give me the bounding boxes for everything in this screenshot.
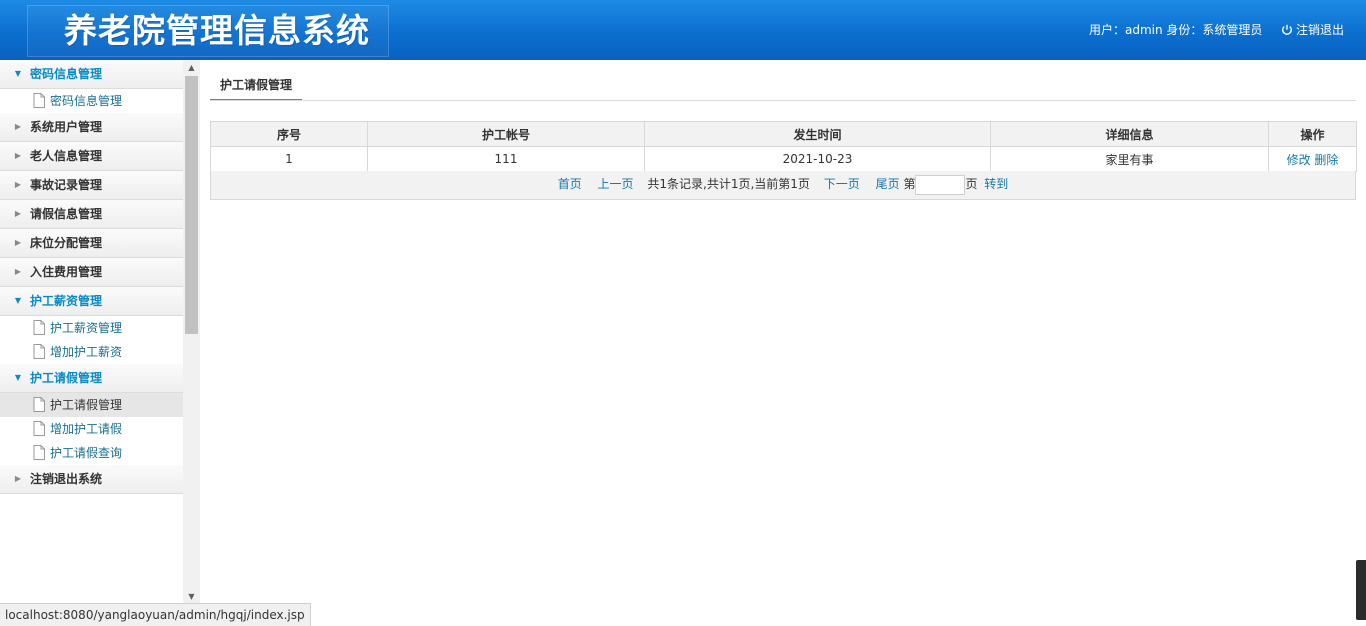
table-row: 1 111 2021-10-23 家里有事 修改 删除	[210, 146, 1357, 172]
sidebar-item-salary-manage[interactable]: 护工薪资管理	[0, 316, 183, 340]
top-header: 养老院管理信息系统 用户：admin 身份：系统管理员 注销退出	[0, 0, 1366, 60]
sidebar-item-salary-add[interactable]: 增加护工薪资	[0, 340, 183, 364]
sidebar-menu: ▼ 密码信息管理 密码信息管理 ▶ 系统用户管理 ▶ 老人信息管理 ▶ 事故记录…	[0, 60, 184, 605]
cell-no: 1	[210, 146, 368, 172]
edit-link[interactable]: 修改	[1287, 153, 1311, 167]
menu-group-password[interactable]: ▼ 密码信息管理	[0, 60, 183, 89]
menu-group-stay-fees[interactable]: ▶ 入住费用管理	[0, 258, 183, 287]
browser-status-bar: localhost:8080/yanglaoyuan/admin/hgqj/in…	[0, 603, 311, 626]
page-number-input[interactable]	[915, 174, 966, 195]
caret-right-icon: ▶	[14, 151, 22, 160]
prev-page-link[interactable]: 上一页	[598, 177, 634, 191]
goto-page-link[interactable]: 转到	[984, 177, 1008, 191]
menu-group-label: 老人信息管理	[30, 149, 103, 163]
user-info: 用户：admin 身份：系统管理员	[1089, 23, 1263, 37]
sidebar-item-leave-add[interactable]: 增加护工请假	[0, 417, 183, 441]
cell-account: 111	[367, 146, 645, 172]
delete-link[interactable]: 删除	[1314, 153, 1338, 167]
side-widget[interactable]	[1356, 560, 1366, 620]
document-icon	[33, 344, 45, 359]
menu-group-caregiver-leave[interactable]: ▼ 护工请假管理	[0, 364, 183, 393]
last-page-link[interactable]: 尾页	[876, 177, 900, 191]
column-header-time: 发生时间	[644, 121, 991, 147]
caret-down-icon: ▼	[14, 373, 22, 382]
sidebar-item-label: 密码信息管理	[50, 94, 123, 108]
power-icon	[1282, 24, 1292, 35]
document-icon	[33, 93, 45, 108]
page-suffix: 页	[965, 177, 978, 191]
caret-right-icon: ▶	[14, 209, 22, 218]
scroll-up-arrow-icon[interactable]: ▲	[183, 60, 200, 76]
pagination-bar: 首页 上一页 共1条记录,共计1页,当前第1页 下一页 尾页 第 页 转到	[210, 171, 1356, 200]
menu-group-label: 入住费用管理	[30, 265, 103, 279]
sidebar-item-label: 护工请假管理	[50, 398, 123, 412]
system-logo: 养老院管理信息系统	[64, 11, 370, 50]
menu-group-logout[interactable]: ▶ 注销退出系统	[0, 465, 183, 494]
menu-group-label: 请假信息管理	[30, 207, 103, 221]
first-page-link[interactable]: 首页	[558, 177, 582, 191]
next-page-link[interactable]: 下一页	[824, 177, 860, 191]
menu-group-label: 护工请假管理	[30, 371, 103, 385]
document-icon	[33, 445, 45, 460]
cell-actions: 修改 删除	[1268, 146, 1357, 172]
page-prefix: 第	[903, 177, 916, 191]
column-header-no: 序号	[210, 121, 368, 147]
tab-caregiver-leave[interactable]: 护工请假管理	[210, 78, 302, 101]
caret-down-icon: ▼	[14, 296, 22, 305]
caret-right-icon: ▶	[14, 474, 22, 483]
menu-group-label: 系统用户管理	[30, 120, 103, 134]
table-header-row: 序号 护工帐号 发生时间 详细信息 操作	[210, 121, 1357, 147]
cell-detail: 家里有事	[990, 146, 1269, 172]
sidebar-item-label: 增加护工薪资	[50, 345, 123, 359]
column-header-account: 护工帐号	[367, 121, 645, 147]
menu-group-label: 事故记录管理	[30, 178, 103, 192]
tab-divider	[210, 100, 1356, 101]
menu-group-elderly-info[interactable]: ▶ 老人信息管理	[0, 142, 183, 171]
menu-group-system-users[interactable]: ▶ 系统用户管理	[0, 113, 183, 142]
menu-group-label: 床位分配管理	[30, 236, 103, 250]
caret-right-icon: ▶	[14, 267, 22, 276]
sidebar-item-label: 增加护工请假	[50, 422, 123, 436]
caret-right-icon: ▶	[14, 180, 22, 189]
scroll-thumb[interactable]	[185, 76, 198, 334]
document-icon	[33, 397, 45, 412]
sidebar-item-label: 护工薪资管理	[50, 321, 123, 335]
sidebar-item-leave-query[interactable]: 护工请假查询	[0, 441, 183, 465]
menu-group-label: 密码信息管理	[30, 67, 103, 81]
caret-down-icon: ▼	[14, 69, 22, 78]
menu-group-caregiver-salary[interactable]: ▼ 护工薪资管理	[0, 287, 183, 316]
document-icon	[33, 421, 45, 436]
leave-table: 序号 护工帐号 发生时间 详细信息 操作 1 111 2021-10-23 家里…	[210, 121, 1357, 172]
column-header-action: 操作	[1268, 121, 1357, 147]
column-header-detail: 详细信息	[990, 121, 1269, 147]
menu-group-leave-info[interactable]: ▶ 请假信息管理	[0, 200, 183, 229]
sidebar-item-label: 护工请假查询	[50, 446, 123, 460]
sidebar-item-leave-manage[interactable]: 护工请假管理	[0, 393, 183, 417]
pager-summary: 共1条记录,共计1页,当前第1页	[647, 177, 810, 191]
sidebar-item-password-manage[interactable]: 密码信息管理	[0, 89, 183, 113]
cell-time: 2021-10-23	[644, 146, 991, 172]
document-icon	[33, 320, 45, 335]
menu-group-label: 注销退出系统	[30, 472, 103, 486]
sidebar-scrollbar[interactable]: ▲ ▼	[183, 60, 200, 605]
menu-group-label: 护工薪资管理	[30, 294, 103, 308]
logout-button[interactable]: 注销退出	[1281, 22, 1344, 38]
caret-right-icon: ▶	[14, 122, 22, 131]
menu-group-bed-allocation[interactable]: ▶ 床位分配管理	[0, 229, 183, 258]
menu-group-accident-records[interactable]: ▶ 事故记录管理	[0, 171, 183, 200]
caret-right-icon: ▶	[14, 238, 22, 247]
logout-label: 注销退出	[1296, 23, 1345, 37]
